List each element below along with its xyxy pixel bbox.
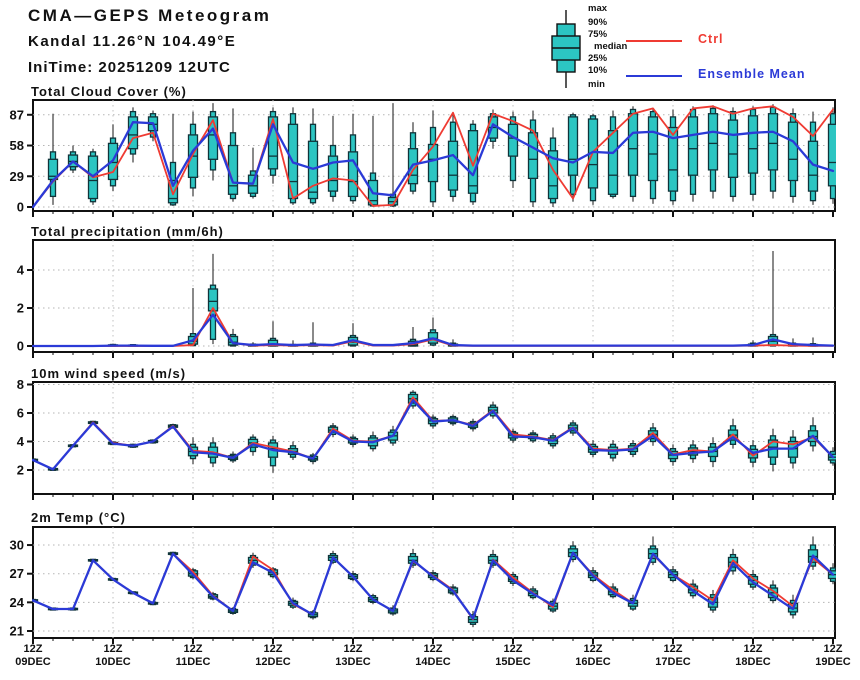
- svg-text:0: 0: [17, 339, 24, 354]
- svg-text:12Z: 12Z: [664, 643, 683, 655]
- meteogram-app: 0 29 58 87 0 2 4 2 4 6 8 21 24 27 30 12Z 09DEC 12Z 10DEC 12…: [0, 0, 860, 680]
- legend-median-label: median: [594, 41, 628, 52]
- init-time: IniTime: 20251209 12UTC: [28, 59, 231, 76]
- svg-text:18DEC: 18DEC: [735, 656, 771, 668]
- svg-text:2: 2: [17, 463, 24, 478]
- svg-text:14DEC: 14DEC: [415, 656, 451, 668]
- svg-text:13DEC: 13DEC: [335, 656, 371, 668]
- svg-text:6: 6: [17, 406, 24, 421]
- legend-min-label: min: [588, 79, 605, 90]
- meteogram-plot: 029588702424682124273012Z09DEC12Z10DEC12…: [10, 99, 851, 668]
- svg-text:87: 87: [10, 107, 24, 122]
- svg-text:8: 8: [17, 377, 24, 392]
- ctrl-line-sample: [626, 40, 682, 42]
- page-title: CMA—GEPS Meteogram: [28, 6, 272, 25]
- temp-panel: 21 24 27 30: [10, 526, 836, 644]
- svg-text:12Z: 12Z: [824, 643, 843, 655]
- svg-text:12Z: 12Z: [24, 643, 43, 655]
- svg-text:09DEC: 09DEC: [15, 656, 51, 668]
- svg-text:12Z: 12Z: [344, 643, 363, 655]
- svg-text:15DEC: 15DEC: [495, 656, 531, 668]
- svg-text:12Z: 12Z: [744, 643, 763, 655]
- precip-panel: 0 2 4: [17, 239, 836, 358]
- svg-text:4: 4: [17, 263, 25, 278]
- svg-text:27: 27: [10, 566, 24, 581]
- svg-text:2: 2: [17, 301, 24, 316]
- svg-text:19DEC: 19DEC: [815, 656, 851, 668]
- panel-title-temperature: 2m Temp (°C): [31, 510, 126, 525]
- svg-text:4: 4: [17, 434, 25, 449]
- legend-10-label: 10%: [588, 65, 608, 76]
- panel-title-precipitation: Total precipitation (mm/6h): [31, 224, 224, 239]
- svg-text:16DEC: 16DEC: [575, 656, 611, 668]
- svg-text:10DEC: 10DEC: [95, 656, 131, 668]
- station-location: Kandal 11.26°N 104.49°E: [28, 33, 237, 50]
- panel-title-cloud-cover: Total Cloud Cover (%): [31, 84, 187, 99]
- svg-text:12Z: 12Z: [584, 643, 603, 655]
- legend-90-label: 90%: [588, 17, 608, 28]
- svg-text:21: 21: [10, 624, 24, 639]
- svg-text:12Z: 12Z: [264, 643, 283, 655]
- svg-text:58: 58: [10, 138, 24, 153]
- ctrl-label: Ctrl: [698, 32, 724, 46]
- legend-75-label: 75%: [588, 29, 608, 40]
- legend: max 90% 75% median 25% 10% min Ctrl Ense…: [538, 3, 838, 94]
- svg-text:12DEC: 12DEC: [255, 656, 291, 668]
- x-axis-labels: 12Z09DEC12Z10DEC12Z11DEC12Z12DEC12Z13DEC…: [15, 643, 851, 668]
- svg-text:12Z: 12Z: [104, 643, 123, 655]
- legend-25-label: 25%: [588, 53, 608, 64]
- svg-text:12Z: 12Z: [504, 643, 523, 655]
- wind-panel: 2 4 6 8: [17, 377, 836, 500]
- svg-text:0: 0: [17, 200, 24, 215]
- ensemble-mean-line-sample: [626, 75, 682, 77]
- svg-text:30: 30: [10, 538, 24, 553]
- boxplot-legend-icon: [551, 10, 581, 88]
- svg-text:12Z: 12Z: [184, 643, 203, 655]
- svg-text:12Z: 12Z: [424, 643, 443, 655]
- svg-text:17DEC: 17DEC: [655, 656, 691, 668]
- svg-text:11DEC: 11DEC: [176, 656, 211, 668]
- svg-text:29: 29: [10, 169, 24, 184]
- panel-title-wind-speed: 10m wind speed (m/s): [31, 366, 187, 381]
- legend-max-label: max: [588, 3, 608, 14]
- ensemble-mean-label: Ensemble Mean: [698, 67, 806, 81]
- cloud-panel: 0 29 58 87: [10, 99, 836, 217]
- svg-text:24: 24: [10, 595, 25, 610]
